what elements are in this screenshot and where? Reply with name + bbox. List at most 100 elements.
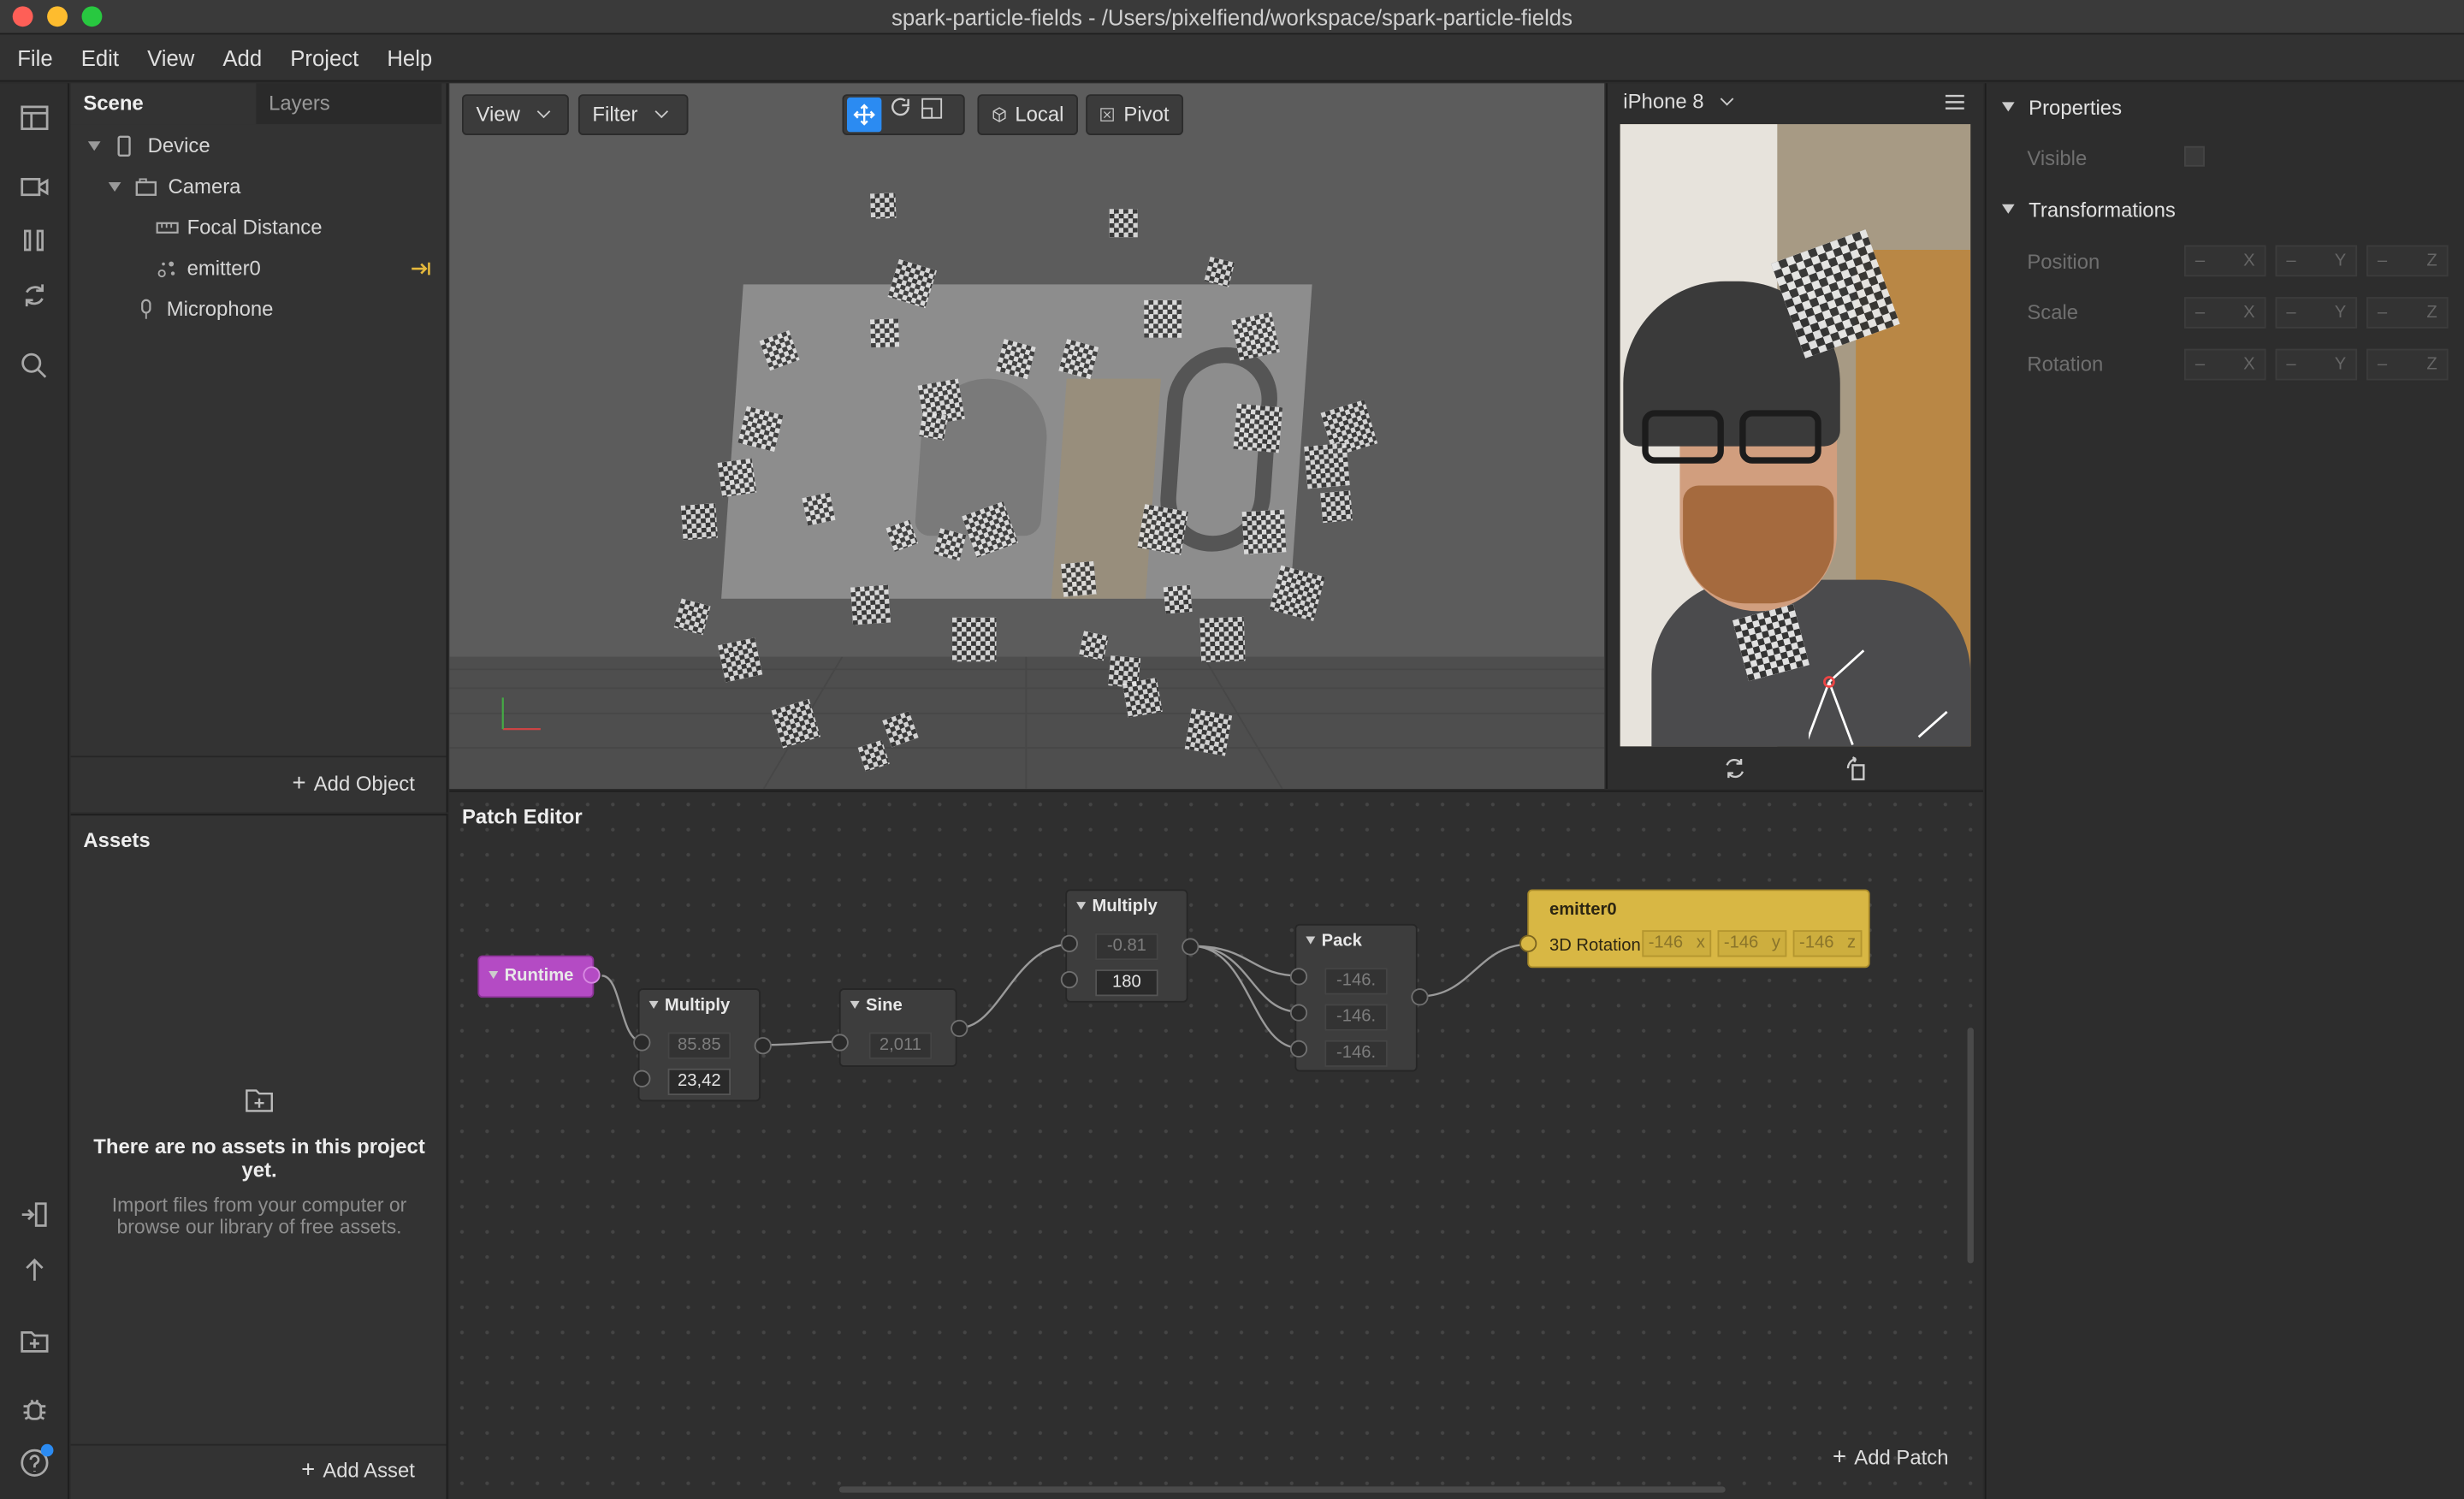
menu-edit[interactable]: Edit: [81, 44, 119, 69]
multiply-node[interactable]: Multiply -0.81 180: [1065, 889, 1188, 1003]
expand-arrow-icon[interactable]: [87, 141, 101, 151]
y-value-field[interactable]: -146 y: [1717, 930, 1787, 957]
add-patch-button[interactable]: + Add Patch: [1833, 1444, 1948, 1471]
add-object-button[interactable]: + Add Object: [292, 770, 414, 797]
flip-camera-icon[interactable]: [1722, 755, 1747, 780]
output-port[interactable]: [951, 1019, 968, 1038]
rotate-device-icon[interactable]: [1845, 755, 1869, 781]
send-to-device-icon[interactable]: [19, 1199, 50, 1230]
add-asset-button[interactable]: + Add Asset: [301, 1456, 415, 1483]
position-z-field[interactable]: – Z: [2366, 245, 2449, 277]
x-value-field[interactable]: -146 x: [1642, 930, 1712, 957]
search-icon[interactable]: [19, 351, 50, 382]
window-title: spark-particle-fields - /Users/pixelfien…: [891, 4, 1573, 30]
horizontal-scrollbar[interactable]: [838, 1486, 1726, 1493]
scale-y-field[interactable]: – Y: [2275, 297, 2358, 329]
output-port[interactable]: [1411, 988, 1429, 1006]
plus-icon: +: [292, 769, 306, 797]
scale-tool-icon[interactable]: [919, 96, 944, 133]
particle-sprite: [1144, 299, 1182, 338]
input-value[interactable]: -146.: [1324, 968, 1388, 995]
tree-item-emitter0[interactable]: emitter0: [156, 248, 432, 289]
position-y-field[interactable]: – Y: [2275, 245, 2358, 277]
local-toggle[interactable]: Local: [977, 94, 1078, 135]
sine-node[interactable]: Sine 2,011: [838, 988, 957, 1067]
tree-item-device[interactable]: Device: [87, 126, 210, 167]
scene-viewport[interactable]: View Filter Local Pivot: [449, 83, 1605, 789]
expand-arrow-icon[interactable]: [108, 182, 121, 193]
output-port[interactable]: [754, 1037, 772, 1055]
menu-add[interactable]: Add: [222, 44, 262, 69]
menu-file[interactable]: File: [17, 44, 52, 69]
input-port[interactable]: [633, 1069, 651, 1087]
pack-node[interactable]: Pack -146. -146. -146.: [1294, 923, 1418, 1072]
rotation-x-field[interactable]: – X: [2184, 348, 2266, 381]
help-icon[interactable]: [19, 1443, 54, 1478]
input-port[interactable]: [831, 1034, 849, 1052]
particle-sprite: [1137, 504, 1188, 555]
rotate-tool-icon[interactable]: [888, 96, 913, 133]
input-port[interactable]: [1289, 1004, 1308, 1022]
input-port[interactable]: [633, 1034, 651, 1052]
runtime-node[interactable]: Runtime: [477, 955, 595, 998]
beard-shape: [1683, 485, 1834, 604]
scale-x-field[interactable]: – X: [2184, 297, 2266, 329]
pause-icon[interactable]: [19, 225, 50, 257]
input-port[interactable]: [1060, 934, 1078, 952]
input-value[interactable]: -0.81: [1095, 933, 1158, 961]
input-value[interactable]: -146.: [1324, 1004, 1388, 1031]
layout-icon[interactable]: [19, 102, 50, 133]
rotation-z-field[interactable]: – Z: [2366, 348, 2449, 381]
menu-help[interactable]: Help: [387, 44, 432, 69]
upload-icon[interactable]: [19, 1254, 50, 1286]
menu-project[interactable]: Project: [290, 44, 358, 69]
patch-link-icon[interactable]: [410, 261, 432, 276]
view-dropdown[interactable]: View: [461, 94, 569, 135]
menu-view[interactable]: View: [147, 44, 194, 69]
pivot-toggle[interactable]: Pivot: [1086, 94, 1184, 135]
tree-item-microphone[interactable]: Microphone: [139, 289, 273, 330]
particle-sprite: [717, 458, 757, 498]
video-icon[interactable]: [19, 171, 50, 203]
ruler-icon: [156, 222, 179, 234]
input-value[interactable]: 23,42: [667, 1068, 732, 1096]
minimize-window-button[interactable]: [47, 6, 68, 27]
tab-layers[interactable]: Layers: [256, 83, 442, 125]
zoom-window-button[interactable]: [81, 6, 103, 27]
input-value[interactable]: 2,011: [868, 1032, 933, 1059]
close-window-button[interactable]: [12, 6, 33, 27]
visible-checkbox[interactable]: [2184, 145, 2205, 167]
refresh-icon[interactable]: [19, 280, 50, 311]
tree-item-camera[interactable]: Camera: [108, 167, 240, 208]
device-dropdown[interactable]: iPhone 8: [1623, 90, 1734, 113]
position-x-field[interactable]: – X: [2184, 245, 2266, 277]
transformations-section-header[interactable]: Transformations: [2002, 198, 2176, 222]
input-port[interactable]: [1519, 934, 1537, 952]
output-port[interactable]: [1182, 938, 1199, 956]
input-port[interactable]: [1289, 1040, 1308, 1058]
hamburger-menu-icon[interactable]: [1945, 94, 1964, 110]
bug-icon[interactable]: [19, 1394, 50, 1425]
properties-section-header[interactable]: Properties: [2002, 96, 2122, 120]
tab-scene[interactable]: Scene: [70, 83, 257, 125]
vertical-scrollbar[interactable]: [1967, 1028, 1974, 1264]
input-port[interactable]: [1289, 968, 1308, 986]
camera-feed-plane: [721, 284, 1312, 599]
input-value[interactable]: 85.85: [667, 1032, 732, 1059]
multiply-node[interactable]: Multiply 85.85 23,42: [637, 988, 761, 1102]
scale-z-field[interactable]: – Z: [2366, 297, 2449, 329]
input-value[interactable]: 180: [1095, 969, 1158, 997]
emitter0-node[interactable]: emitter0 3D Rotation -146 x -146 y -146 z: [1527, 889, 1870, 969]
tree-item-focal-distance[interactable]: Focal Distance: [156, 207, 322, 248]
glasses-right: [1739, 410, 1821, 464]
patch-editor[interactable]: Patch Editor Runtime Multiply 85.85 23,4…: [449, 790, 1983, 1499]
filter-dropdown[interactable]: Filter: [578, 94, 689, 135]
scene-panel: Scene Layers Device Camera Focal Distanc…: [70, 83, 448, 813]
rotation-y-field[interactable]: – Y: [2275, 348, 2358, 381]
add-folder-icon[interactable]: [19, 1324, 50, 1356]
input-value[interactable]: -146.: [1324, 1040, 1388, 1067]
move-tool-icon[interactable]: [846, 97, 882, 133]
input-port[interactable]: [1060, 970, 1078, 989]
z-value-field[interactable]: -146 z: [1792, 930, 1863, 957]
output-port[interactable]: [583, 966, 601, 984]
